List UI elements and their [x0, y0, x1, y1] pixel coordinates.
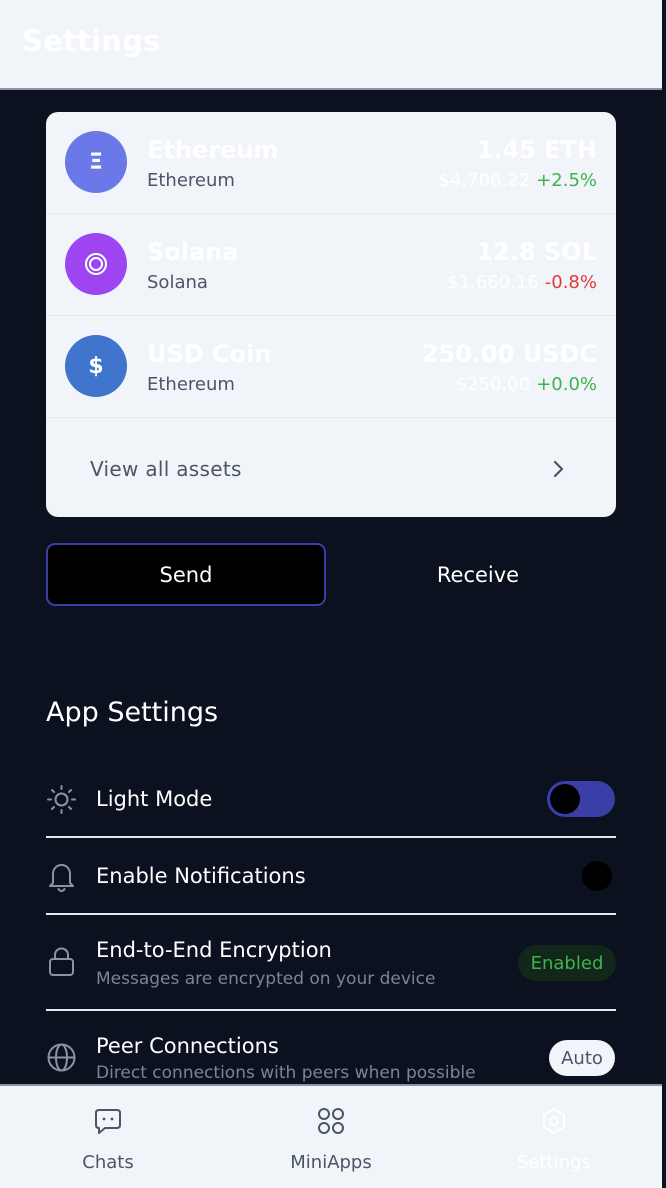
asset-change: +2.5%: [536, 170, 597, 191]
nav-item-settings[interactable]: Settings: [479, 1086, 629, 1186]
asset-usd-value: $1,660.16: [447, 272, 539, 293]
miniapps-icon: [318, 1108, 344, 1134]
ethereum-icon: Ξ: [65, 131, 127, 193]
setting-label: End-to-End Encryption: [96, 938, 332, 962]
ethereum-glyph: Ξ: [89, 149, 103, 175]
toggle-knob: [550, 784, 580, 814]
setting-label: Peer Connections: [96, 1034, 279, 1058]
asset-amount: 250.00 USDC: [421, 340, 597, 368]
divider: [46, 1009, 616, 1011]
asset-usd-value: $250.00: [455, 374, 531, 395]
setting-description: Direct connections with peers when possi…: [96, 1063, 476, 1083]
asset-value-line: $4,706.22 +2.5%: [439, 170, 597, 191]
divider: [46, 836, 616, 838]
asset-change: +0.0%: [536, 374, 597, 395]
usd-coin-icon: $: [65, 335, 127, 397]
asset-network: Ethereum: [147, 170, 235, 191]
nav-item-chats[interactable]: Chats: [33, 1086, 183, 1186]
light-mode-toggle[interactable]: [547, 781, 615, 817]
chevron-right-icon: [553, 460, 564, 478]
asset-name: Solana: [147, 238, 239, 266]
encryption-status-badge: Enabled: [518, 945, 616, 981]
app-header: Settings: [0, 0, 662, 90]
setting-label: Light Mode: [96, 787, 213, 811]
view-all-label: View all assets: [90, 457, 242, 481]
setting-encryption: End-to-End Encryption Messages are encry…: [46, 935, 616, 995]
send-button[interactable]: Send: [46, 543, 326, 606]
chat-icon: [95, 1109, 121, 1134]
peer-connections-select[interactable]: Auto: [549, 1040, 615, 1076]
asset-value-line: $1,660.16 -0.8%: [447, 272, 597, 293]
sun-icon: [47, 785, 76, 814]
window-edge: [662, 0, 666, 1186]
usd-coin-glyph: $: [88, 353, 104, 379]
bell-icon: [49, 864, 74, 893]
asset-amount: 12.8 SOL: [476, 238, 597, 266]
globe-icon: [47, 1043, 76, 1072]
nav-label: MiniApps: [290, 1152, 372, 1173]
settings-icon: [543, 1108, 565, 1134]
asset-network: Ethereum: [147, 374, 235, 395]
notifications-toggle[interactable]: [582, 861, 612, 891]
asset-usd-value: $4,706.22: [438, 170, 531, 191]
solana-glyph-icon: [85, 253, 107, 275]
setting-description: Messages are encrypted on your device: [96, 969, 436, 989]
lock-icon: [49, 947, 74, 976]
asset-value-line: $250.00 +0.0%: [456, 374, 597, 395]
assets-card: Ξ Ethereum Ethereum 1.45 ETH $4,706.22 +2…: [46, 112, 616, 517]
page-title: Settings: [22, 24, 161, 58]
asset-name: Ethereum: [147, 136, 279, 164]
divider: [46, 913, 616, 915]
solana-icon: [65, 233, 127, 295]
asset-row-usd-coin[interactable]: $ USD Coin Ethereum 250.00 USDC $250.00 +…: [46, 316, 616, 418]
nav-label: Settings: [517, 1152, 591, 1173]
setting-label: Enable Notifications: [96, 864, 306, 888]
app-settings-title: App Settings: [46, 697, 219, 728]
nav-item-miniapps[interactable]: MiniApps: [256, 1086, 406, 1186]
asset-change: -0.8%: [544, 272, 597, 293]
setting-peer-connections: Peer Connections Direct connections with…: [46, 1031, 616, 1086]
asset-name: USD Coin: [147, 340, 272, 368]
receive-button[interactable]: Receive: [340, 545, 616, 604]
nav-label: Chats: [82, 1152, 134, 1173]
view-all-assets-button[interactable]: View all assets: [46, 417, 616, 517]
setting-light-mode: Light Mode: [46, 780, 616, 820]
setting-notifications: Enable Notifications: [46, 858, 616, 898]
asset-row-ethereum[interactable]: Ξ Ethereum Ethereum 1.45 ETH $4,706.22 +2…: [46, 112, 616, 214]
asset-amount: 1.45 ETH: [476, 136, 597, 164]
asset-network: Solana: [147, 272, 208, 293]
asset-row-solana[interactable]: Solana Solana 12.8 SOL $1,660.16 -0.8%: [46, 214, 616, 316]
bottom-navigation: Chats MiniApps Settings: [0, 1084, 662, 1188]
